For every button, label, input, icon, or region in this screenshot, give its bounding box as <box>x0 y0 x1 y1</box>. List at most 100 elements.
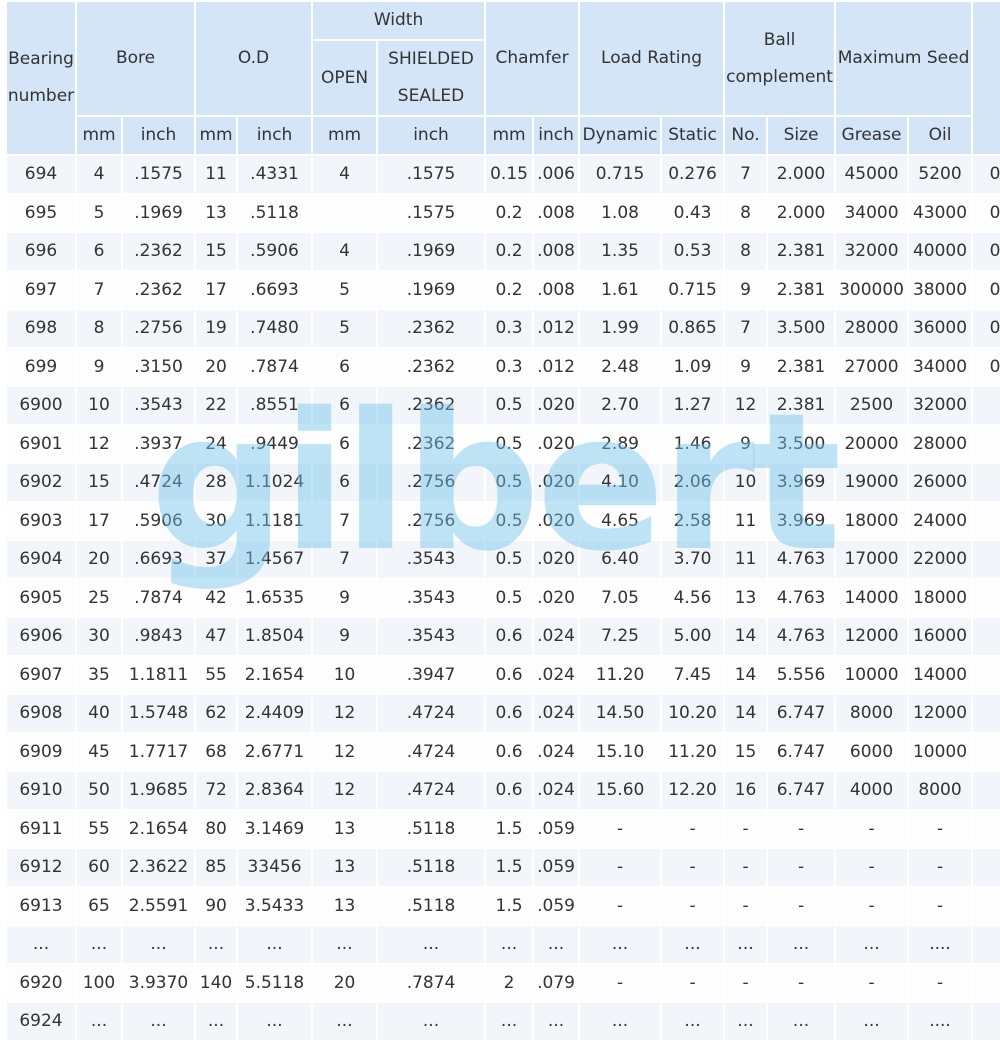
table-cell: - <box>768 849 835 886</box>
table-cell: .7480 <box>238 310 312 347</box>
table-cell: 11 <box>196 156 237 193</box>
table-cell: 11 <box>725 541 767 578</box>
table-cell: 90 <box>196 887 237 924</box>
table-cell: 0.3 <box>486 348 533 385</box>
table-row: 6903 17.5906 30 1.1181 7.2756 0.5.020 4.65 2.58… <box>7 502 1000 539</box>
table-cell <box>973 656 1000 693</box>
table-cell: 1.5 <box>486 849 533 886</box>
table-cell: - <box>768 810 835 847</box>
table-row: 6924....................................… <box>7 1003 1000 1040</box>
table-cell: 14 <box>725 656 767 693</box>
table-cell: 6920 <box>7 964 75 1001</box>
table-cell: .020 <box>534 464 579 501</box>
table-cell: ... <box>378 926 485 963</box>
table-cell: - <box>662 849 724 886</box>
table-cell: .3543 <box>378 618 485 655</box>
table-cell: .1575 <box>378 156 485 193</box>
table-cell: .5118 <box>238 194 312 231</box>
table-cell: 6913 <box>7 887 75 924</box>
table-cell: 2.000 <box>768 156 835 193</box>
table-cell <box>973 1003 1000 1040</box>
table-cell: 9 <box>725 348 767 385</box>
table-cell: 40 <box>77 695 121 732</box>
table-cell: 3.5433 <box>238 887 312 924</box>
table-cell: 2.70 <box>580 387 661 424</box>
table-cell: 5 <box>77 194 121 231</box>
table-cell: 19 <box>196 310 237 347</box>
table-cell: 1.7717 <box>123 733 195 770</box>
table-cell: 45 <box>77 733 121 770</box>
table-cell: 1.4567 <box>238 541 312 578</box>
table-cell: 2.3622 <box>123 849 195 886</box>
header-open: OPEN <box>313 41 377 115</box>
table-cell: 4000 <box>836 772 908 809</box>
table-cell: 12 <box>313 695 377 732</box>
table-cell: ... <box>196 926 237 963</box>
table-cell <box>973 849 1000 886</box>
header-sealed-line: SEALED <box>397 86 465 106</box>
table-cell: 5.00 <box>662 618 724 655</box>
table-cell: 15 <box>725 733 767 770</box>
table-cell: 6 <box>313 464 377 501</box>
table-cell: 6912 <box>7 849 75 886</box>
table-cell: .4724 <box>378 772 485 809</box>
header-dynamic: Dynamic <box>580 117 661 154</box>
table-cell: 1.61 <box>580 271 661 308</box>
table-cell: 5.5118 <box>238 964 312 1001</box>
table-cell: 2 <box>486 964 533 1001</box>
table-cell: .2756 <box>378 502 485 539</box>
table-row: 695 5.1969 13.5118 .1575 0.2.008 1.08 0.43 8 2.0… <box>7 194 1000 231</box>
table-cell: .4331 <box>238 156 312 193</box>
table-cell: .5118 <box>378 810 485 847</box>
table-cell: - <box>580 964 661 1001</box>
table-row: 699 9.3150 20.7874 6.2362 0.3.012 2.48 1.09 9 2.… <box>7 348 1000 385</box>
header-od: O.D <box>196 2 312 115</box>
table-cell: 28000 <box>909 425 972 462</box>
table-cell: - <box>725 810 767 847</box>
table-cell: 6904 <box>7 541 75 578</box>
header-static: Static <box>662 117 724 154</box>
table-cell: .2756 <box>123 310 195 347</box>
table-cell: 22000 <box>909 541 972 578</box>
table-cell: 8000 <box>836 695 908 732</box>
table-cell <box>973 887 1000 924</box>
table-cell: .020 <box>534 579 579 616</box>
table-cell: 6.40 <box>580 541 661 578</box>
table-cell: 1.99 <box>580 310 661 347</box>
table-cell: .020 <box>534 425 579 462</box>
table-cell: 3.1469 <box>238 810 312 847</box>
table-cell: 5 <box>313 310 377 347</box>
table-cell: - <box>580 887 661 924</box>
table-cell: 12 <box>725 387 767 424</box>
table-cell: 696 <box>7 233 75 270</box>
table-cell: ... <box>725 1003 767 1040</box>
table-cell: 17 <box>196 271 237 308</box>
table-cell: ... <box>662 1003 724 1040</box>
table-cell: .006 <box>534 156 579 193</box>
table-cell: .7874 <box>123 579 195 616</box>
table-cell: 10.20 <box>662 695 724 732</box>
table-cell: 1.27 <box>662 387 724 424</box>
table-row: 6907 35 1.1811 55 2.1654 10.3947 0.6.024 11.20 7… <box>7 656 1000 693</box>
table-cell: .2756 <box>378 464 485 501</box>
table-cell: .059 <box>534 849 579 886</box>
table-cell <box>973 618 1000 655</box>
table-cell: 43000 <box>909 194 972 231</box>
table-cell: 1.08 <box>580 194 661 231</box>
table-cell: 8000 <box>909 772 972 809</box>
table-cell: - <box>580 810 661 847</box>
table-cell: ... <box>768 926 835 963</box>
table-cell: ... <box>768 1003 835 1040</box>
table-cell: 4.763 <box>768 618 835 655</box>
table-cell: 2.381 <box>768 387 835 424</box>
table-cell: 6.747 <box>768 772 835 809</box>
table-cell: ... <box>534 1003 579 1040</box>
table-cell: 32000 <box>836 233 908 270</box>
table-cell: .8551 <box>238 387 312 424</box>
table-cell: - <box>836 887 908 924</box>
table-cell: .079 <box>534 964 579 1001</box>
table-cell: 7 <box>313 541 377 578</box>
table-cell: .2362 <box>123 271 195 308</box>
table-cell: 16000 <box>909 618 972 655</box>
table-cell: 22 <box>196 387 237 424</box>
